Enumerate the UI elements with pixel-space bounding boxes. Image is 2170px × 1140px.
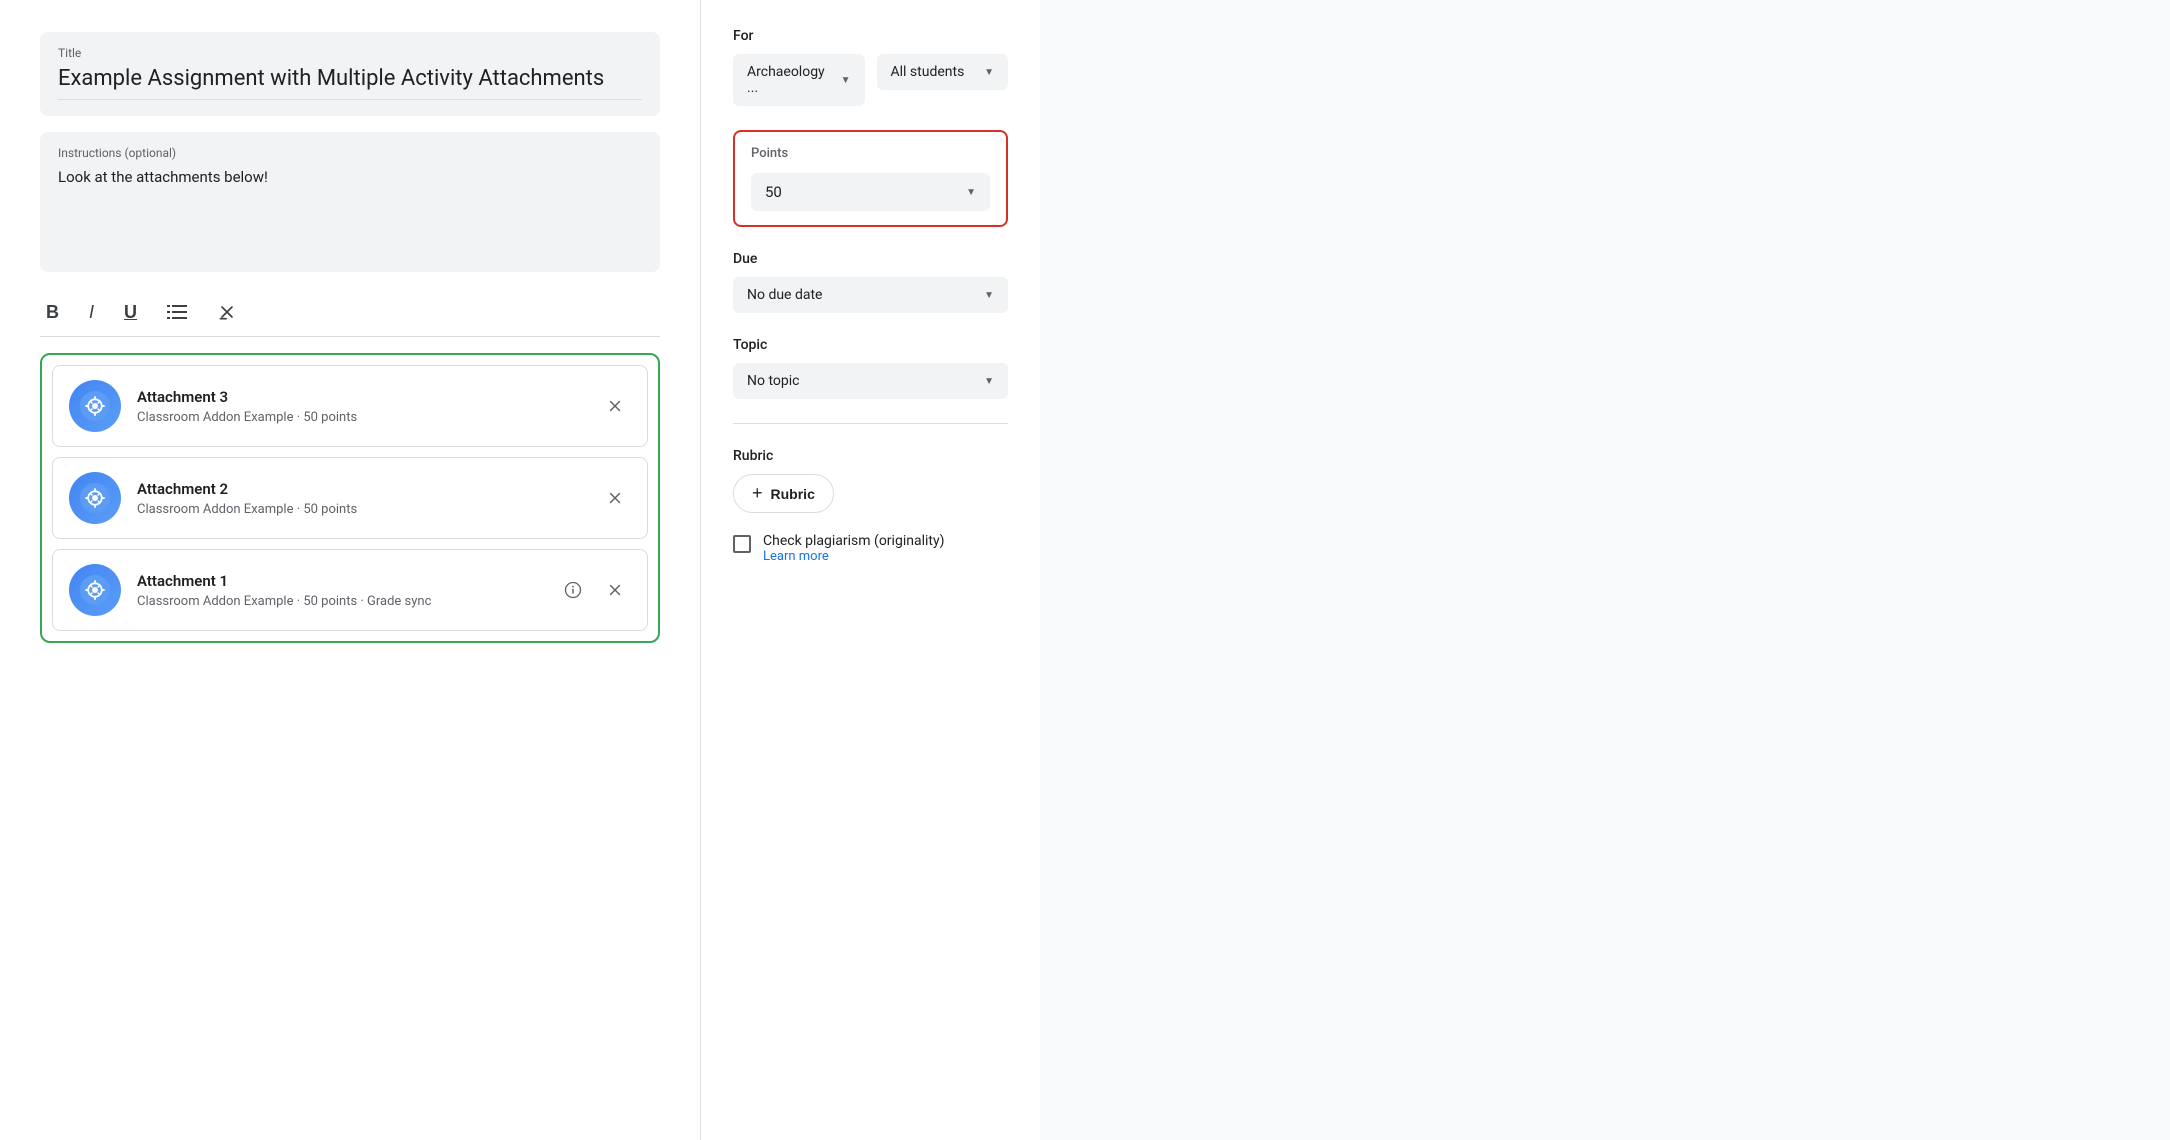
attachment-subtitle: Classroom Addon Example · 50 points · Gr… — [137, 594, 557, 609]
for-section: For Archaeology ... ▼ All students ▼ — [733, 28, 1008, 106]
attachment-item: Attachment 3 Classroom Addon Example · 5… — [52, 365, 648, 447]
attachment-icon — [69, 564, 121, 616]
plagiarism-section: Check plagiarism (originality) Learn mor… — [733, 533, 1008, 564]
instructions-value[interactable]: Look at the attachments below! — [58, 166, 642, 189]
for-row: Archaeology ... ▼ All students ▼ — [733, 54, 1008, 106]
add-rubric-button[interactable]: + Rubric — [733, 474, 834, 513]
due-section: Due No due date ▼ — [733, 251, 1008, 313]
due-label: Due — [733, 251, 1008, 267]
learn-more-link[interactable]: Learn more — [763, 549, 944, 564]
remove-attachment-button[interactable] — [599, 574, 631, 606]
title-value[interactable]: Example Assignment with Multiple Activit… — [58, 66, 642, 100]
points-dropdown[interactable]: 50 ▼ — [751, 173, 990, 211]
class-dropdown[interactable]: Archaeology ... ▼ — [733, 54, 865, 106]
attachment-icon — [69, 380, 121, 432]
plagiarism-text: Check plagiarism (originality) Learn mor… — [763, 533, 944, 564]
instructions-label: Instructions (optional) — [58, 146, 642, 160]
bold-button[interactable]: B — [40, 299, 65, 325]
attachment-actions — [599, 390, 631, 422]
plagiarism-checkbox[interactable] — [733, 535, 751, 553]
attachment-title: Attachment 2 — [137, 480, 599, 498]
due-dropdown[interactable]: No due date ▼ — [733, 277, 1008, 313]
students-value: All students — [891, 64, 965, 80]
topic-label: Topic — [733, 337, 1008, 353]
chevron-down-icon: ▼ — [966, 187, 976, 198]
class-value: Archaeology ... — [747, 64, 833, 96]
attachment-info: Attachment 1 Classroom Addon Example · 5… — [137, 572, 557, 609]
info-button[interactable] — [557, 574, 589, 606]
attachment-item: Attachment 1 Classroom Addon Example · 5… — [52, 549, 648, 631]
attachment-item: Attachment 2 Classroom Addon Example · 5… — [52, 457, 648, 539]
attachment-actions — [599, 482, 631, 514]
topic-value: No topic — [747, 373, 799, 389]
rubric-button-text: Rubric — [771, 486, 815, 502]
list-button[interactable] — [161, 299, 193, 325]
remove-attachment-button[interactable] — [599, 482, 631, 514]
attachment-subtitle: Classroom Addon Example · 50 points — [137, 410, 599, 425]
students-dropdown[interactable]: All students ▼ — [877, 54, 1009, 106]
attachments-container: Attachment 3 Classroom Addon Example · 5… — [40, 353, 660, 643]
attachment-info: Attachment 3 Classroom Addon Example · 5… — [137, 388, 599, 425]
topic-section: Topic No topic ▼ — [733, 337, 1008, 424]
for-label: For — [733, 28, 1008, 44]
points-section: Points 50 ▼ — [733, 130, 1008, 227]
attachment-icon — [69, 472, 121, 524]
plus-icon: + — [752, 483, 763, 504]
chevron-down-icon: ▼ — [984, 376, 994, 387]
underline-button[interactable]: U — [118, 299, 143, 325]
chevron-down-icon: ▼ — [841, 75, 851, 86]
attachment-title: Attachment 1 — [137, 572, 557, 590]
attachment-actions — [557, 574, 631, 606]
attachment-title: Attachment 3 — [137, 388, 599, 406]
title-label: Title — [58, 46, 642, 60]
plagiarism-label: Check plagiarism (originality) — [763, 533, 944, 549]
clear-format-button[interactable] — [211, 298, 243, 326]
points-value: 50 — [765, 183, 782, 201]
rubric-label: Rubric — [733, 448, 1008, 464]
attachment-subtitle: Classroom Addon Example · 50 points — [137, 502, 599, 517]
chevron-down-icon: ▼ — [984, 290, 994, 301]
topic-dropdown[interactable]: No topic ▼ — [733, 363, 1008, 399]
remove-attachment-button[interactable] — [599, 390, 631, 422]
attachment-info: Attachment 2 Classroom Addon Example · 5… — [137, 480, 599, 517]
points-label: Points — [751, 146, 990, 161]
chevron-down-icon: ▼ — [984, 67, 994, 78]
due-value: No due date — [747, 287, 822, 303]
formatting-toolbar: B I U — [40, 288, 660, 337]
italic-button[interactable]: I — [83, 299, 100, 325]
rubric-section: Rubric + Rubric — [733, 448, 1008, 513]
